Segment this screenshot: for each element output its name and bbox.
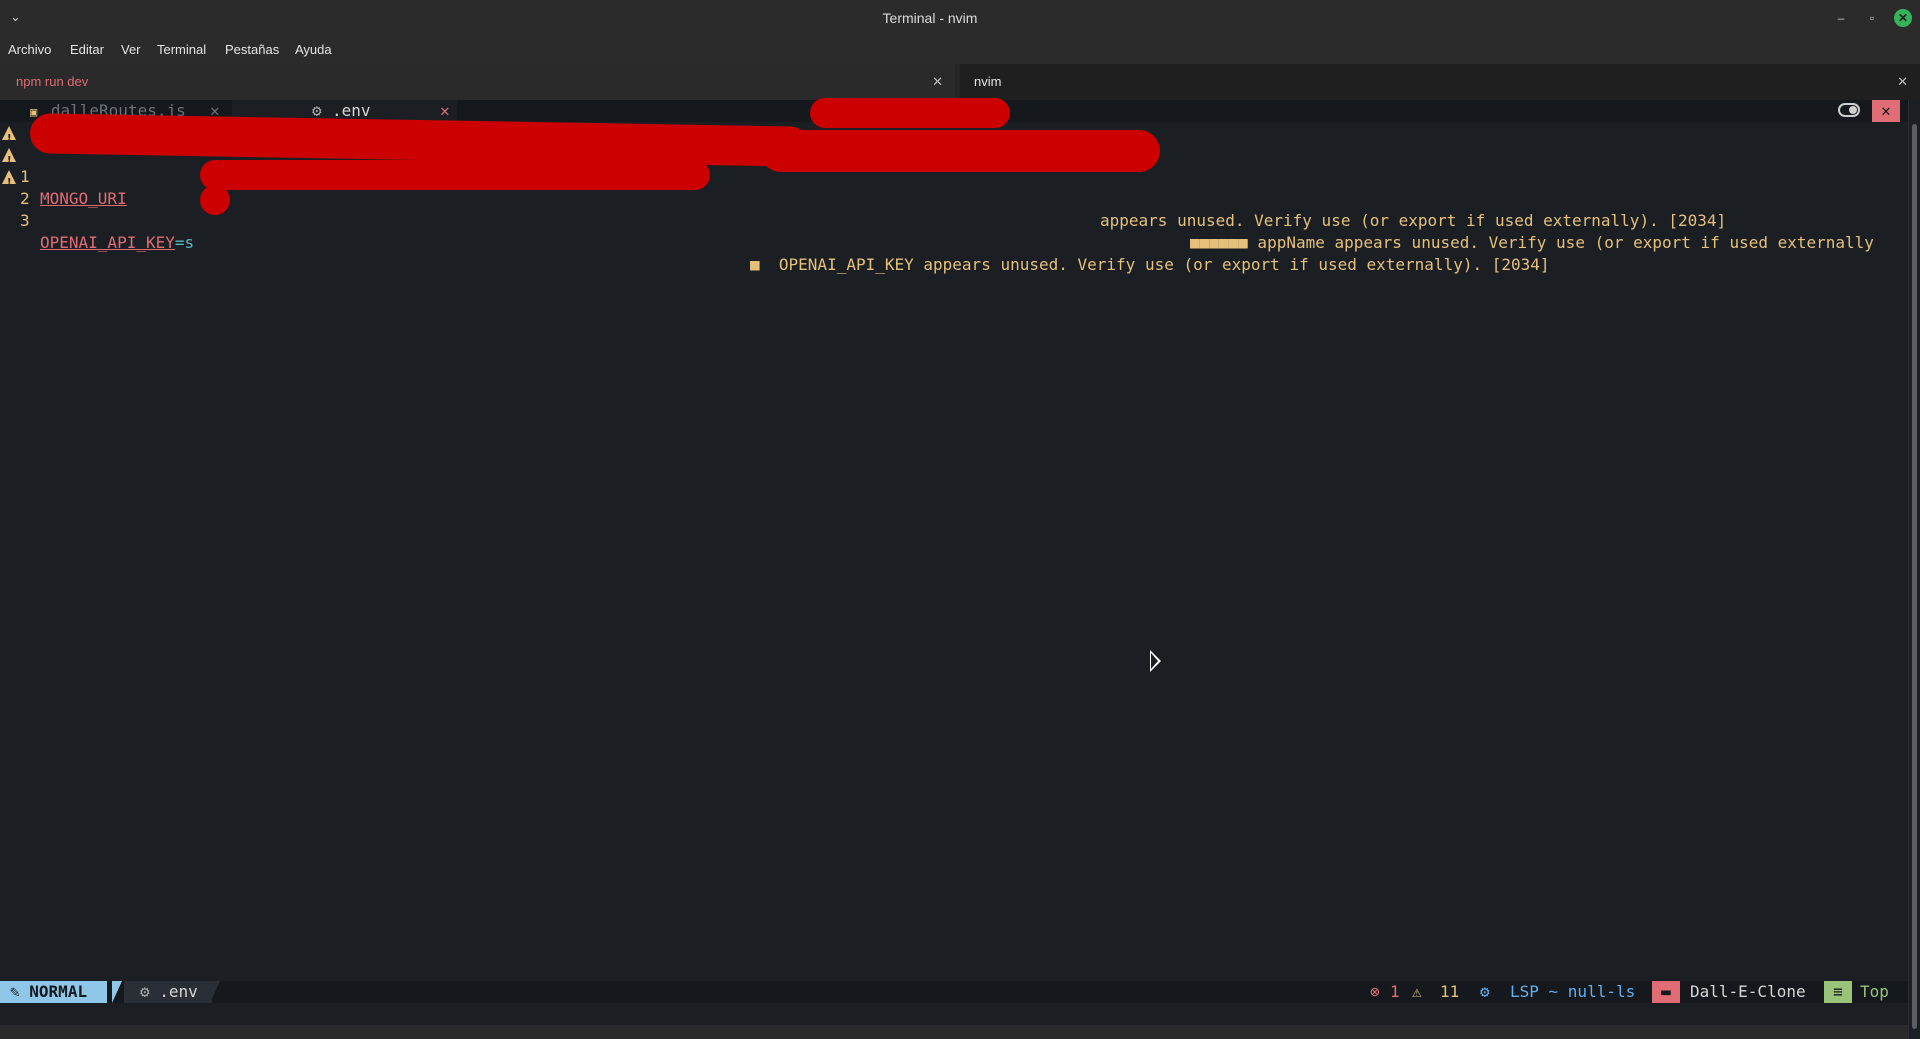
close-tab-icon[interactable]: ✕ <box>1897 64 1908 100</box>
menu-terminal[interactable]: Terminal <box>157 42 206 57</box>
minimize-button[interactable]: – <box>1832 9 1850 27</box>
toggle-icon[interactable] <box>1838 103 1860 117</box>
mode-separator <box>112 981 122 1003</box>
menu-archivo[interactable]: Archivo <box>8 42 51 57</box>
env-variable-name: OPENAI_API_KEY <box>40 233 175 252</box>
terminal-tab-label: npm run dev <box>16 74 89 89</box>
close-window-button[interactable]: ✕ <box>1894 9 1912 27</box>
close-buffers-button[interactable]: ✕ <box>1872 100 1900 122</box>
file-separator <box>210 981 220 1003</box>
close-tab-icon[interactable]: ✕ <box>932 64 943 100</box>
terminal-tab-npm-run-dev[interactable]: npm run dev ✕ <box>0 64 955 100</box>
close-buffer-icon[interactable]: ✕ <box>440 100 450 122</box>
position-icon: ≡ <box>1824 981 1852 1003</box>
redaction-mark <box>810 98 1010 128</box>
diagnostic-message: ■ OPENAI_API_KEY appears unused. Verify … <box>750 255 1550 274</box>
js-file-icon: ▣ <box>30 105 38 119</box>
status-file: ⚙ .env <box>124 981 212 1003</box>
vim-logo-icon: ✎ <box>10 982 20 1001</box>
redaction-mark <box>760 130 1160 172</box>
command-line[interactable] <box>0 1003 1908 1025</box>
status-filename: .env <box>159 982 198 1001</box>
menu-editar[interactable]: Editar <box>70 42 104 57</box>
terminal-tab-nvim[interactable]: nvim ✕ <box>960 64 1920 100</box>
redaction-mark <box>200 160 710 190</box>
error-count-icon: ⊗ <box>1370 982 1380 1001</box>
error-count: 1 <box>1390 982 1400 1001</box>
lsp-status: LSP ~ null-ls <box>1510 982 1636 1001</box>
redaction-mark <box>200 185 230 215</box>
menu-pestanas[interactable]: Pestañas <box>225 42 279 57</box>
lsp-gears-icon: ⚙ <box>1480 982 1490 1001</box>
menu-ver[interactable]: Ver <box>121 42 141 57</box>
terminal-tab-bar: npm run dev ✕ nvim ✕ <box>0 64 1920 100</box>
folder-icon: ▬ <box>1652 981 1680 1003</box>
mouse-pointer-icon <box>1150 650 1161 672</box>
mode-indicator: ✎ NORMAL <box>0 981 108 1003</box>
diagnostic-message: appears unused. Verify use (or export if… <box>1100 211 1727 230</box>
nvim-editor[interactable]: ▣ dalleRoutes.js ✕ ⚙ .env ✕ ✕ 1 MONGO_UR… <box>0 98 1908 1039</box>
line-number: 3 <box>20 211 30 230</box>
menu-ayuda[interactable]: Ayuda <box>295 42 332 57</box>
scrollbar-thumb[interactable] <box>1912 124 1917 1029</box>
window-title: Terminal - nvim <box>882 10 978 26</box>
bottom-strip <box>0 1025 1908 1039</box>
terminal-tab-label: nvim <box>974 74 1002 89</box>
warning-count: 11 <box>1440 982 1460 1001</box>
window-titlebar: ⌄ Terminal - nvim – ▫ ✕ <box>0 0 1920 36</box>
warning-sign-icon <box>2 126 16 150</box>
menu-bar: Archivo Editar Ver Terminal Pestañas Ayu… <box>0 36 1920 64</box>
code-text: MONGO_URI <box>40 189 127 208</box>
warning-count-icon: ⚠ <box>1412 982 1422 1001</box>
scroll-position: Top <box>1860 982 1889 1001</box>
scrollbar[interactable] <box>1908 100 1920 1039</box>
status-line: ✎ NORMAL ⚙ .env ⊗ 1 ⚠ 11 ⚙ LSP ~ null-ls… <box>0 981 1908 1003</box>
mode-label: NORMAL <box>29 982 88 1001</box>
maximize-button[interactable]: ▫ <box>1863 9 1881 27</box>
env-variable-value: =s <box>174 233 195 252</box>
project-name: Dall-E-Clone <box>1690 982 1806 1001</box>
warning-sign-icon <box>2 148 16 172</box>
settings-file-icon: ⚙ <box>140 982 150 1001</box>
warning-sign-icon <box>2 170 16 194</box>
code-text: OPENAI_API_KEY=s <box>40 232 194 254</box>
diagnostic-message: ■■■■■■ appName appears unused. Verify us… <box>1190 233 1874 252</box>
